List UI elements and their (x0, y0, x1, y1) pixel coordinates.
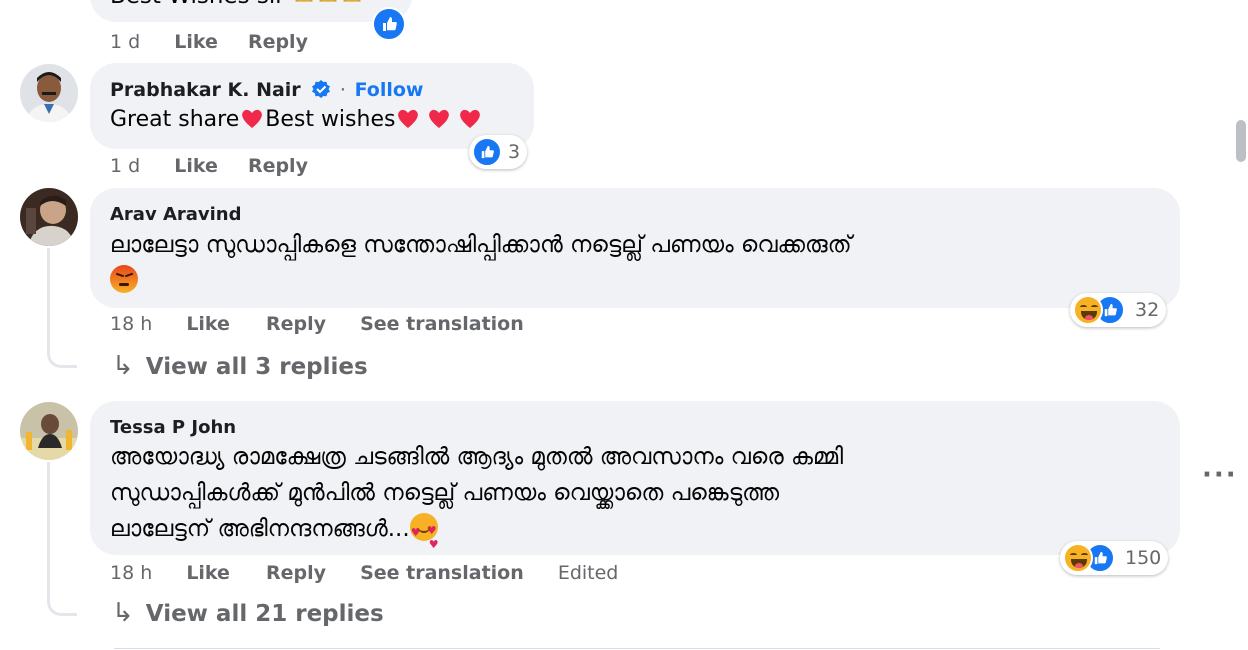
red-heart-icon (242, 109, 263, 128)
reply-thread-line (47, 462, 77, 616)
comment-text-part: Great share (110, 107, 240, 132)
comment-author-header: Tessa P John (110, 417, 236, 438)
like-button[interactable]: Like (186, 562, 230, 584)
author-name[interactable]: Prabhakar K. Nair (110, 79, 301, 101)
view-replies-label: View all 21 replies (145, 601, 384, 627)
comment-time[interactable]: 18 h (110, 562, 152, 584)
comment-time[interactable]: 1 d (110, 31, 140, 53)
red-heart-icon (429, 109, 450, 128)
view-replies-label: View all 3 replies (145, 354, 368, 380)
like-button[interactable]: Like (186, 313, 230, 335)
view-replies-tessa[interactable]: ↳ View all 21 replies (112, 598, 384, 628)
verified-badge-icon (312, 80, 331, 98)
thumbs-up-icon (372, 7, 406, 41)
reaction-summary-top[interactable] (372, 7, 406, 41)
reaction-count: 150 (1125, 547, 1162, 569)
comment-text-top: Best Wishes sir (110, 0, 364, 14)
see-translation-button[interactable]: See translation (360, 562, 524, 584)
reply-button[interactable]: Reply (248, 155, 308, 177)
reaction-summary-tessa[interactable]: 150 (1060, 541, 1169, 575)
reply-button[interactable]: Reply (248, 31, 308, 53)
author-name[interactable]: Arav Aravind (110, 204, 242, 225)
folded-hands-icon (319, 0, 337, 2)
comment-actions-top: 1 d Like Reply (110, 31, 332, 53)
like-button[interactable]: Like (174, 31, 218, 53)
comment-time[interactable]: 18 h (110, 313, 152, 335)
comment-text-line: ലാലേട്ടന് അഭിനന്ദനങ്ങൾ... (110, 516, 410, 542)
comment-author-header: Prabhakar K. Nair · Follow (110, 79, 424, 101)
comment-time[interactable]: 1 d (110, 155, 140, 177)
reply-arrow-icon: ↳ (112, 598, 134, 628)
comment-text-tessa: അയോദ്ധ്യ രാമക്ഷേത്ര ചടങ്ങിൽ ആദ്യം മുതൽ അ… (110, 439, 1170, 551)
comment-text-prabhakar: Great share Best wishes (110, 102, 483, 138)
comment-text-arav: ലാലേട്ടാ സുഡാപ്പികളെ സന്തോഷിപ്പിക്കാൻ നട… (110, 227, 1170, 299)
comment-author-header: Arav Aravind (110, 204, 242, 225)
thumbs-up-icon (472, 137, 502, 167)
comment-text: Best Wishes sir (110, 0, 285, 9)
comment-text-part: Best wishes (265, 107, 396, 132)
haha-emoji-icon (1063, 543, 1093, 573)
section-divider (114, 648, 1160, 649)
edited-label: Edited (557, 562, 619, 584)
reaction-count: 32 (1135, 299, 1160, 321)
comment-actions-tessa: 18 h Like Reply See translation Edited (110, 562, 642, 584)
reaction-summary-arav[interactable]: 32 (1070, 293, 1167, 327)
reply-button[interactable]: Reply (266, 562, 326, 584)
view-replies-arav[interactable]: ↳ View all 3 replies (112, 351, 368, 381)
reaction-summary-prabhakar[interactable]: 3 (469, 135, 528, 169)
avatar-tessa[interactable] (20, 402, 78, 460)
comment-text-line: അയോദ്ധ്യ രാമക്ഷേത്ര ചടങ്ങിൽ ആദ്യം മുതൽ അ… (110, 444, 844, 470)
scrollbar-thumb[interactable] (1236, 120, 1246, 162)
like-button[interactable]: Like (174, 155, 218, 177)
reaction-count: 3 (508, 141, 521, 163)
reply-button[interactable]: Reply (266, 313, 326, 335)
comment-text-line: സുഡാപ്പികൾക്ക് മുൻപിൽ നട്ടെല്ല് പണയം വെയ… (110, 480, 780, 506)
avatar-arav[interactable] (20, 188, 78, 246)
follow-button[interactable]: Follow (355, 79, 424, 101)
see-translation-button[interactable]: See translation (360, 313, 524, 335)
folded-hands-icon (295, 0, 313, 2)
red-heart-icon (460, 109, 481, 128)
red-heart-icon (398, 109, 419, 128)
avatar-prabhakar[interactable] (20, 64, 78, 122)
folded-hands-icon (343, 0, 361, 2)
more-options-icon[interactable]: ··· (1202, 460, 1238, 490)
reply-arrow-icon: ↳ (112, 351, 134, 381)
separator-dot: · (339, 79, 346, 101)
smiling-face-with-hearts-icon: ♥ ♥ ♥ (409, 513, 439, 551)
comment-actions-arav: 18 h Like Reply See translation (110, 313, 548, 335)
reply-thread-line (47, 248, 77, 368)
comment-text: ലാലേട്ടാ സുഡാപ്പികളെ സന്തോഷിപ്പിക്കാൻ നട… (110, 232, 852, 258)
comment-actions-prabhakar: 1 d Like Reply (110, 155, 332, 177)
author-name[interactable]: Tessa P John (110, 417, 236, 438)
angry-emoji-icon (110, 265, 138, 293)
haha-emoji-icon (1073, 295, 1103, 325)
